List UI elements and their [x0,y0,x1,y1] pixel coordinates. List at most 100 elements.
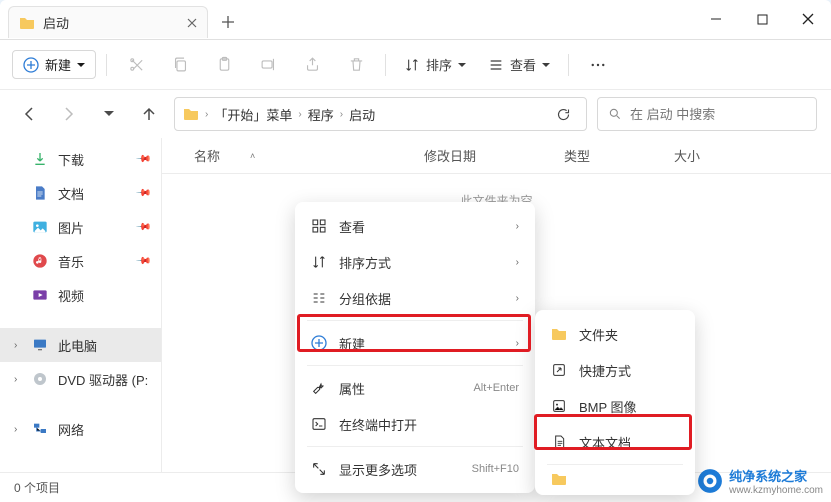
search-box[interactable] [597,97,817,131]
rename-icon[interactable] [249,48,287,82]
pc-icon [32,337,48,353]
share-icon[interactable] [293,48,331,82]
chevron-right-icon[interactable]: › [14,340,17,351]
chevron-right-icon[interactable]: › [298,109,301,120]
sub-bmp[interactable]: BMP 图像 [541,388,689,424]
breadcrumb[interactable]: › 「开始」菜单 › 程序 › 启动 [174,97,587,131]
divider [106,54,107,76]
titlebar: 启动 [0,0,831,40]
plus-circle-icon [311,335,327,351]
ctx-more[interactable]: 显示更多选项 Shift+F10 [301,451,529,487]
sidebar-item-documents[interactable]: 文档 📌 [0,176,161,210]
search-icon [608,107,622,121]
forward-button[interactable] [54,99,84,129]
tab-area: 启动 [0,0,244,38]
shortcut-text: Alt+Enter [473,382,519,394]
view-button[interactable]: 查看 [480,48,558,82]
maximize-button[interactable] [739,0,785,38]
sidebar-item-label: 音乐 [58,252,84,271]
sort-button[interactable]: 排序 [396,48,474,82]
toolbar: 新建 排序 查看 [0,40,831,90]
chevron-down-icon [77,61,85,69]
crumb-2[interactable]: 启动 [349,105,375,124]
ctx-group[interactable]: 分组依据 › [301,280,529,316]
crumb-0[interactable]: 「开始」菜单 [214,105,292,124]
paste-icon[interactable] [205,48,243,82]
ctx-properties[interactable]: 属性 Alt+Enter [301,370,529,406]
terminal-icon [311,416,327,432]
sub-text[interactable]: 文本文档 [541,424,689,460]
recent-dropdown[interactable] [94,99,124,129]
sub-shortcut[interactable]: 快捷方式 [541,352,689,388]
new-button[interactable]: 新建 [12,50,96,79]
sidebar-item-videos[interactable]: 视频 [0,278,161,312]
sort-icon [311,254,327,270]
divider [0,312,161,328]
network-icon [32,421,48,437]
pin-icon[interactable]: 📌 [134,219,151,236]
sidebar-item-music[interactable]: 音乐 📌 [0,244,161,278]
sidebar-item-this-pc[interactable]: › 此电脑 [0,328,161,362]
expand-icon [311,461,327,477]
chevron-right-icon[interactable]: › [340,109,343,120]
explorer-window: 启动 新建 [0,0,831,502]
search-input[interactable] [630,107,806,122]
context-menu: 查看 › 排序方式 › 分组依据 › 新建 › 属性 Alt+Enter 在终端… [295,202,535,493]
back-button[interactable] [14,99,44,129]
column-date[interactable]: 修改日期 [424,146,564,165]
cut-icon[interactable] [117,48,155,82]
sidebar-item-pictures[interactable]: 图片 📌 [0,210,161,244]
chevron-right-icon: › [516,293,519,304]
sidebar-item-label: 下载 [58,150,84,169]
chevron-right-icon[interactable]: › [14,424,17,435]
sidebar-item-label: DVD 驱动器 (P: [58,370,148,389]
sub-folder[interactable]: 文件夹 [541,316,689,352]
chevron-right-icon: › [516,221,519,232]
chevron-right-icon[interactable]: › [205,109,208,120]
ctx-label: 属性 [339,379,461,398]
more-icon[interactable] [579,48,617,82]
context-submenu-new: 文件夹 快捷方式 BMP 图像 文本文档 [535,310,695,495]
pin-icon[interactable]: 📌 [134,185,151,202]
sidebar-item-dvd[interactable]: › DVD 驱动器 (P: [0,362,161,396]
sidebar-item-network[interactable]: › 网络 [0,412,161,446]
sub-label: 文件夹 [579,325,679,344]
new-tab-button[interactable] [212,6,244,38]
watermark: 纯净系统之家 www.kzmyhome.com [697,466,823,496]
sub-label: 文本文档 [579,433,679,452]
music-icon [32,253,48,269]
delete-icon[interactable] [337,48,375,82]
sub-more-cut[interactable] [541,469,689,489]
column-type[interactable]: 类型 [564,146,674,165]
minimize-button[interactable] [693,0,739,38]
pin-icon[interactable]: 📌 [134,151,151,168]
folder-icon [19,15,35,31]
sidebar-item-label: 网络 [58,420,84,439]
folder-icon [551,326,567,342]
column-name[interactable]: 名称 ˄ [194,146,424,165]
folder-icon [183,106,199,122]
sidebar-item-downloads[interactable]: 下载 📌 [0,142,161,176]
compressed-folder-icon [551,471,567,487]
close-button[interactable] [785,0,831,38]
refresh-icon[interactable] [548,99,578,129]
ctx-view[interactable]: 查看 › [301,208,529,244]
column-name-label: 名称 [194,146,220,165]
divider [307,320,523,321]
up-button[interactable] [134,99,164,129]
ctx-terminal[interactable]: 在终端中打开 [301,406,529,442]
sub-label: 快捷方式 [579,361,679,380]
crumb-1[interactable]: 程序 [308,105,334,124]
ctx-label: 分组依据 [339,289,504,308]
image-icon [551,398,567,414]
chevron-right-icon[interactable]: › [14,374,17,385]
tab-active[interactable]: 启动 [8,6,208,38]
copy-icon[interactable] [161,48,199,82]
ctx-sort[interactable]: 排序方式 › [301,244,529,280]
plus-circle-icon [23,57,39,73]
ctx-new[interactable]: 新建 › [301,325,529,361]
tab-close-icon[interactable] [187,18,197,28]
sidebar-item-label: 图片 [58,218,84,237]
pin-icon[interactable]: 📌 [134,253,151,270]
column-size[interactable]: 大小 [674,146,764,165]
